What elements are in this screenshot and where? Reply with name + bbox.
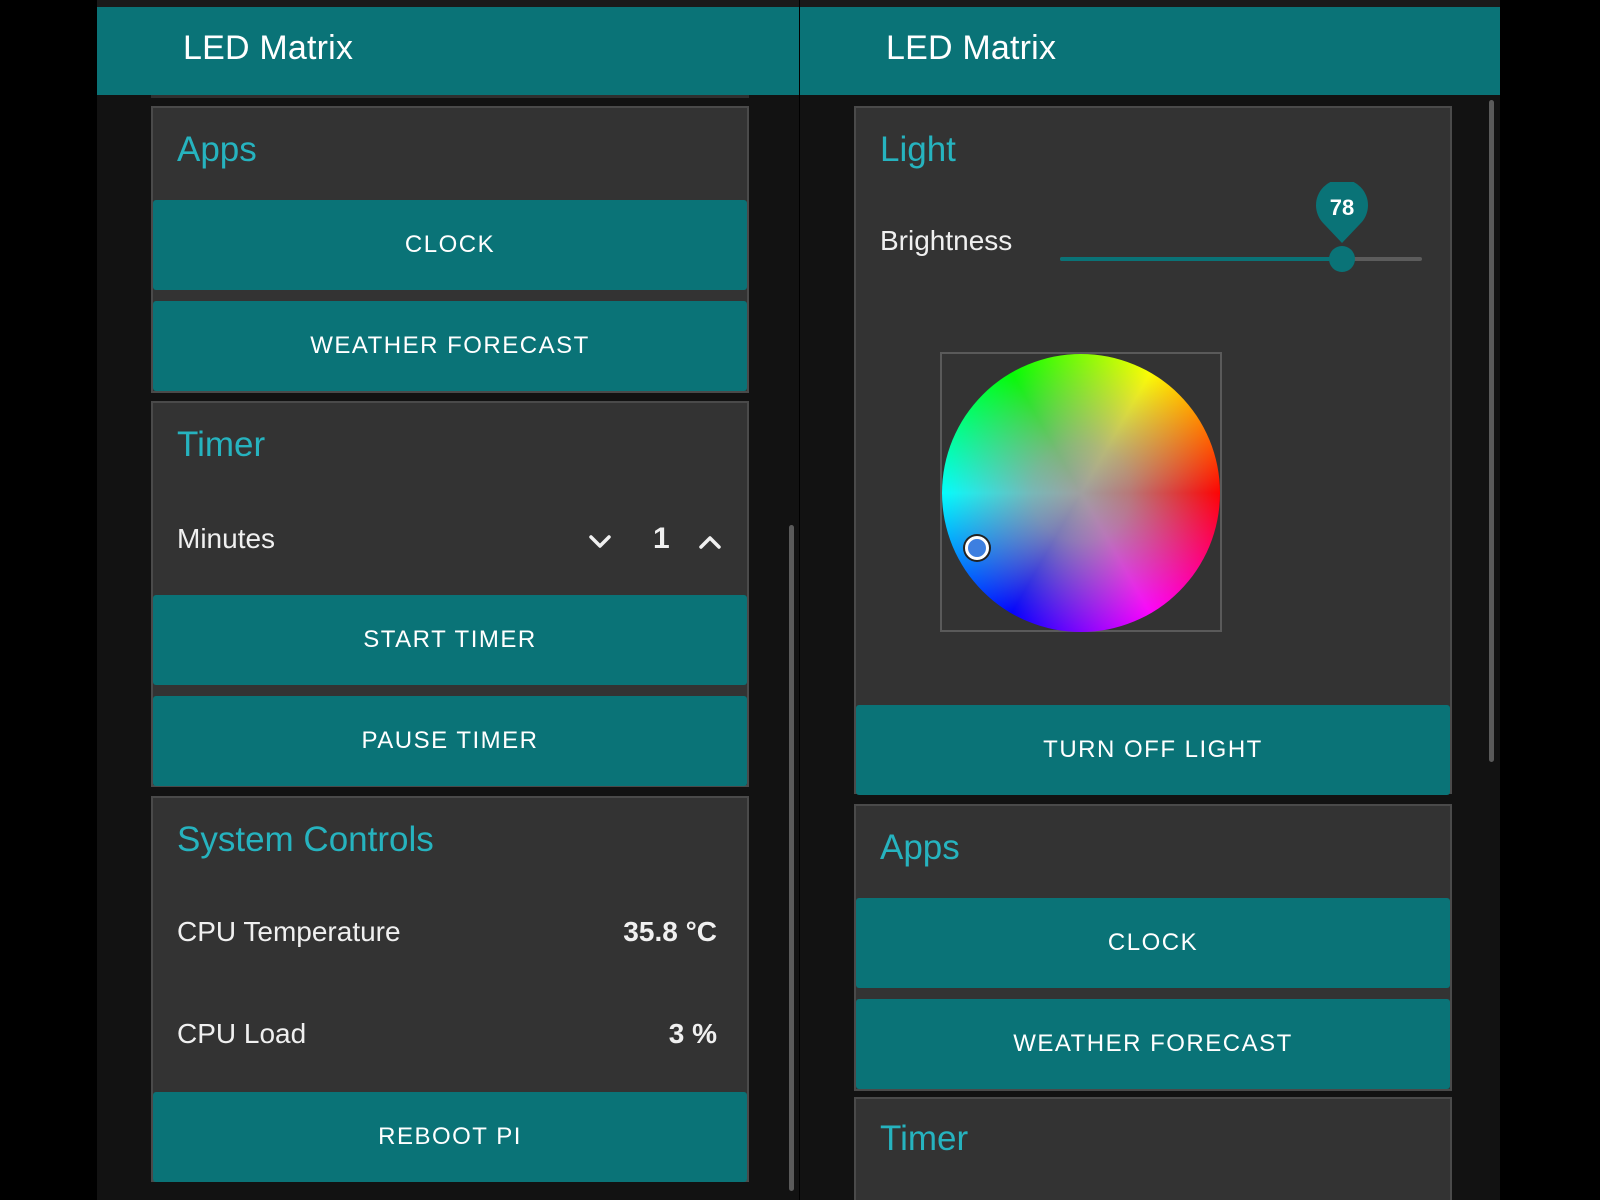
right-screen: LED Matrix Light Brightness 78 TURN OFF … (800, 0, 1500, 1200)
left-screen: LED Matrix Apps CLOCK WEATHER FORECAST T… (97, 0, 799, 1200)
timer-card-title: Timer (880, 1119, 969, 1158)
minutes-label: Minutes (177, 523, 276, 554)
scrollbar[interactable] (789, 525, 794, 1191)
clock-button[interactable]: CLOCK (856, 898, 1450, 988)
cpu-load-label: CPU Load (177, 1018, 307, 1049)
apps-card-title: Apps (177, 130, 257, 169)
status-strip (97, 0, 799, 7)
app-bar: LED Matrix (97, 7, 799, 95)
brightness-slider[interactable]: 78 (1060, 182, 1426, 284)
app-bar: LED Matrix (800, 7, 1500, 95)
app-title: LED Matrix (183, 29, 354, 67)
chevron-up-icon[interactable] (695, 527, 725, 557)
apps-card: Apps CLOCK WEATHER FORECAST (854, 804, 1452, 1091)
pause-timer-button[interactable]: PAUSE TIMER (153, 696, 747, 786)
color-picker-frame (940, 352, 1222, 632)
timer-card: Timer (854, 1097, 1452, 1200)
chevron-down-icon[interactable] (585, 527, 615, 557)
weather-forecast-button[interactable]: WEATHER FORECAST (153, 301, 747, 391)
timer-card-title: Timer (177, 425, 266, 464)
slider-fill (1060, 257, 1342, 261)
system-controls-title: System Controls (177, 820, 434, 859)
status-strip (800, 0, 1500, 7)
minutes-value: 1 (653, 522, 670, 555)
clock-button[interactable]: CLOCK (153, 200, 747, 290)
slider-thumb[interactable] (1329, 246, 1355, 272)
reboot-pi-button[interactable]: REBOOT PI (153, 1092, 747, 1182)
card-edge (151, 95, 749, 98)
color-selector-handle[interactable] (965, 536, 989, 560)
cpu-temperature-label: CPU Temperature (177, 916, 401, 947)
brightness-value: 78 (1329, 195, 1355, 220)
weather-forecast-button[interactable]: WEATHER FORECAST (856, 999, 1450, 1089)
timer-card: Timer Minutes 1 START TIMER PAUSE TIMER (151, 401, 749, 787)
light-card-title: Light (880, 130, 956, 169)
apps-card: Apps CLOCK WEATHER FORECAST (151, 106, 749, 393)
scrollbar[interactable] (1489, 100, 1494, 762)
start-timer-button[interactable]: START TIMER (153, 595, 747, 685)
turn-off-light-button[interactable]: TURN OFF LIGHT (856, 705, 1450, 795)
light-card: Light Brightness 78 TURN OFF LIGHT (854, 106, 1452, 795)
apps-card-title: Apps (880, 828, 960, 867)
cpu-temperature-value: 35.8 °C (623, 916, 717, 947)
brightness-label: Brightness (880, 225, 1013, 256)
color-wheel[interactable] (942, 354, 1220, 632)
app-title: LED Matrix (886, 29, 1057, 67)
cpu-load-value: 3 % (668, 1018, 717, 1049)
system-controls-card: System Controls CPU Temperature 35.8 °C … (151, 796, 749, 1182)
